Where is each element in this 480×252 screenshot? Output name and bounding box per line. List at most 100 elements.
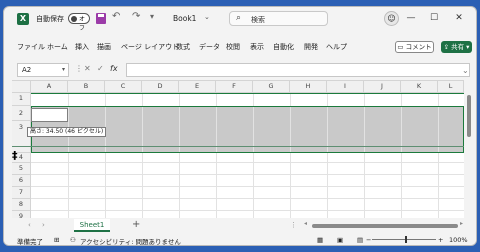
avatar[interactable]: ☺ xyxy=(384,11,399,26)
share-button[interactable]: ⇪ 共有 ▾ xyxy=(441,41,472,53)
autosave-toggle[interactable]: オフ xyxy=(68,13,90,32)
gridline xyxy=(31,198,464,199)
redo-icon[interactable]: ↷ xyxy=(132,11,140,22)
row-resize-guide xyxy=(12,146,464,147)
insert-function-icon[interactable]: fx xyxy=(110,64,118,73)
ready-status: 準備完了 xyxy=(17,238,43,246)
tab-page-layout[interactable]: ページ レイアウト xyxy=(121,42,179,52)
add-sheet-icon[interactable]: + xyxy=(132,219,140,230)
share-dropdown-icon: ▾ xyxy=(466,43,470,51)
zoom-in-icon[interactable]: + xyxy=(438,236,443,244)
row-resize-cursor-icon: ‡ xyxy=(12,149,18,162)
column-header[interactable]: I xyxy=(327,81,364,93)
row-1-border xyxy=(31,93,464,106)
worksheet-grid[interactable]: A B C D E F G H I J K L 1 2 3 4 5 6 7 8 xyxy=(12,80,464,218)
more-options-icon[interactable]: ⋮ xyxy=(75,64,83,73)
tab-insert[interactable]: 挿入 xyxy=(75,42,89,52)
accessibility-status[interactable]: アクセシビリティ: 問題ありません xyxy=(80,236,181,245)
gridline xyxy=(31,162,464,163)
status-bar: 準備完了 ⊞ ⚇ アクセシビリティ: 問題ありません ▦ ▣ ▤ − + 100… xyxy=(4,233,476,246)
document-title[interactable]: Book1 xyxy=(173,14,196,23)
search-placeholder: 検索 xyxy=(251,16,265,24)
tab-view[interactable]: 表示 xyxy=(250,42,264,52)
comment-button[interactable]: ▭ コメント xyxy=(395,41,434,53)
sheet-tab[interactable]: Sheet1 xyxy=(74,219,110,232)
enter-icon[interactable]: ✓ xyxy=(97,64,104,73)
prev-sheet-icon[interactable]: ‹ xyxy=(28,221,31,229)
name-box[interactable]: A2 ▾ xyxy=(17,63,69,77)
autosave-label: 自動保存 xyxy=(36,15,64,23)
page-break-view-icon[interactable]: ▤ xyxy=(357,236,363,244)
more-sheets-icon[interactable]: ⋮ xyxy=(290,221,297,229)
tab-home[interactable]: ホーム xyxy=(47,42,68,52)
zoom-level[interactable]: 100% xyxy=(449,236,468,244)
tab-formulas[interactable]: 数式 xyxy=(176,42,190,52)
row-header[interactable]: 2 xyxy=(12,106,31,121)
column-header[interactable]: C xyxy=(105,81,142,93)
row-header[interactable]: 8 xyxy=(12,199,31,211)
title-bar: X 自動保存 オフ ↶ ↷ ▾ Book1 ⌄ ⌕ 検索 ☺ — ☐ ✕ xyxy=(4,7,476,32)
column-header[interactable]: J xyxy=(364,81,401,93)
normal-view-icon[interactable]: ▦ xyxy=(317,236,323,244)
undo-icon[interactable]: ↶ xyxy=(112,11,120,22)
gridline xyxy=(31,186,464,187)
column-header[interactable]: F xyxy=(216,81,253,93)
share-icon: ⇪ xyxy=(443,43,450,51)
formula-input[interactable] xyxy=(126,63,470,77)
name-box-dropdown-icon[interactable]: ▾ xyxy=(62,64,65,76)
zoom-out-icon[interactable]: − xyxy=(366,236,371,244)
vertical-scrollbar[interactable] xyxy=(465,92,473,218)
tab-draw[interactable]: 描画 xyxy=(97,42,111,52)
zoom-slider[interactable] xyxy=(372,239,436,240)
chevron-down-icon[interactable]: ⌄ xyxy=(204,13,210,21)
scroll-right-icon[interactable]: ▸ xyxy=(460,220,463,227)
row-height-tooltip: 高さ: 34.50 (46 ピクセル) xyxy=(27,127,107,137)
close-icon[interactable]: ✕ xyxy=(449,10,469,26)
maximize-icon[interactable]: ☐ xyxy=(424,10,444,26)
column-header[interactable]: A xyxy=(31,81,68,93)
sheet-bar: ‹ › Sheet1 + ⋮ ◂ ▸ xyxy=(4,219,476,233)
tab-data[interactable]: データ xyxy=(199,42,220,52)
column-header[interactable]: K xyxy=(401,81,438,93)
horizontal-scrollbar[interactable]: ◂ ▸ xyxy=(304,220,466,229)
tab-developer[interactable]: 開発 xyxy=(304,42,318,52)
expand-formula-bar-icon[interactable]: ⌄ xyxy=(462,66,469,75)
column-header[interactable]: D xyxy=(142,81,179,93)
next-sheet-icon[interactable]: › xyxy=(42,221,45,229)
macro-record-icon[interactable]: ⊞ xyxy=(54,236,59,244)
page-layout-view-icon[interactable]: ▣ xyxy=(337,236,343,244)
zoom-slider-knob[interactable] xyxy=(405,236,407,243)
row-header[interactable]: 5 xyxy=(12,163,31,175)
scroll-thumb[interactable] xyxy=(467,95,471,137)
row-header[interactable]: 7 xyxy=(12,187,31,199)
minimize-icon[interactable]: — xyxy=(401,10,421,26)
share-label: 共有 xyxy=(451,43,465,51)
row-header[interactable]: 9 xyxy=(12,211,31,218)
excel-window: X 自動保存 オフ ↶ ↷ ▾ Book1 ⌄ ⌕ 検索 ☺ — ☐ ✕ ファイ… xyxy=(3,6,477,246)
row-header[interactable]: 1 xyxy=(12,93,31,106)
accessibility-icon[interactable]: ⚇ xyxy=(70,236,76,244)
column-header[interactable]: B xyxy=(68,81,105,93)
active-cell-a2[interactable] xyxy=(31,108,68,122)
tab-help[interactable]: ヘルプ xyxy=(326,42,347,52)
horizontal-scroll-thumb[interactable] xyxy=(312,224,458,228)
tab-automate[interactable]: 自動化 xyxy=(273,42,294,52)
toggle-knob xyxy=(71,16,77,22)
select-all-corner[interactable] xyxy=(12,81,31,93)
autosave-state: オフ xyxy=(79,16,86,32)
row-header[interactable]: 6 xyxy=(12,175,31,187)
save-icon[interactable] xyxy=(96,13,106,24)
scroll-left-icon[interactable]: ◂ xyxy=(304,220,307,227)
column-header[interactable]: E xyxy=(179,81,216,93)
cancel-icon[interactable]: ✕ xyxy=(84,64,91,73)
formula-bar: A2 ▾ ⋮ ✕ ✓ fx ⌄ xyxy=(4,62,476,80)
gridline xyxy=(31,210,464,211)
tab-review[interactable]: 校閲 xyxy=(226,42,240,52)
quick-access-dropdown-icon[interactable]: ▾ xyxy=(150,12,154,21)
search-box[interactable]: ⌕ 検索 xyxy=(229,11,328,26)
excel-logo-icon: X xyxy=(17,13,29,25)
column-header[interactable]: L xyxy=(438,81,464,93)
tab-file[interactable]: ファイル xyxy=(17,42,45,52)
column-header[interactable]: H xyxy=(290,81,327,93)
column-header[interactable]: G xyxy=(253,81,290,93)
